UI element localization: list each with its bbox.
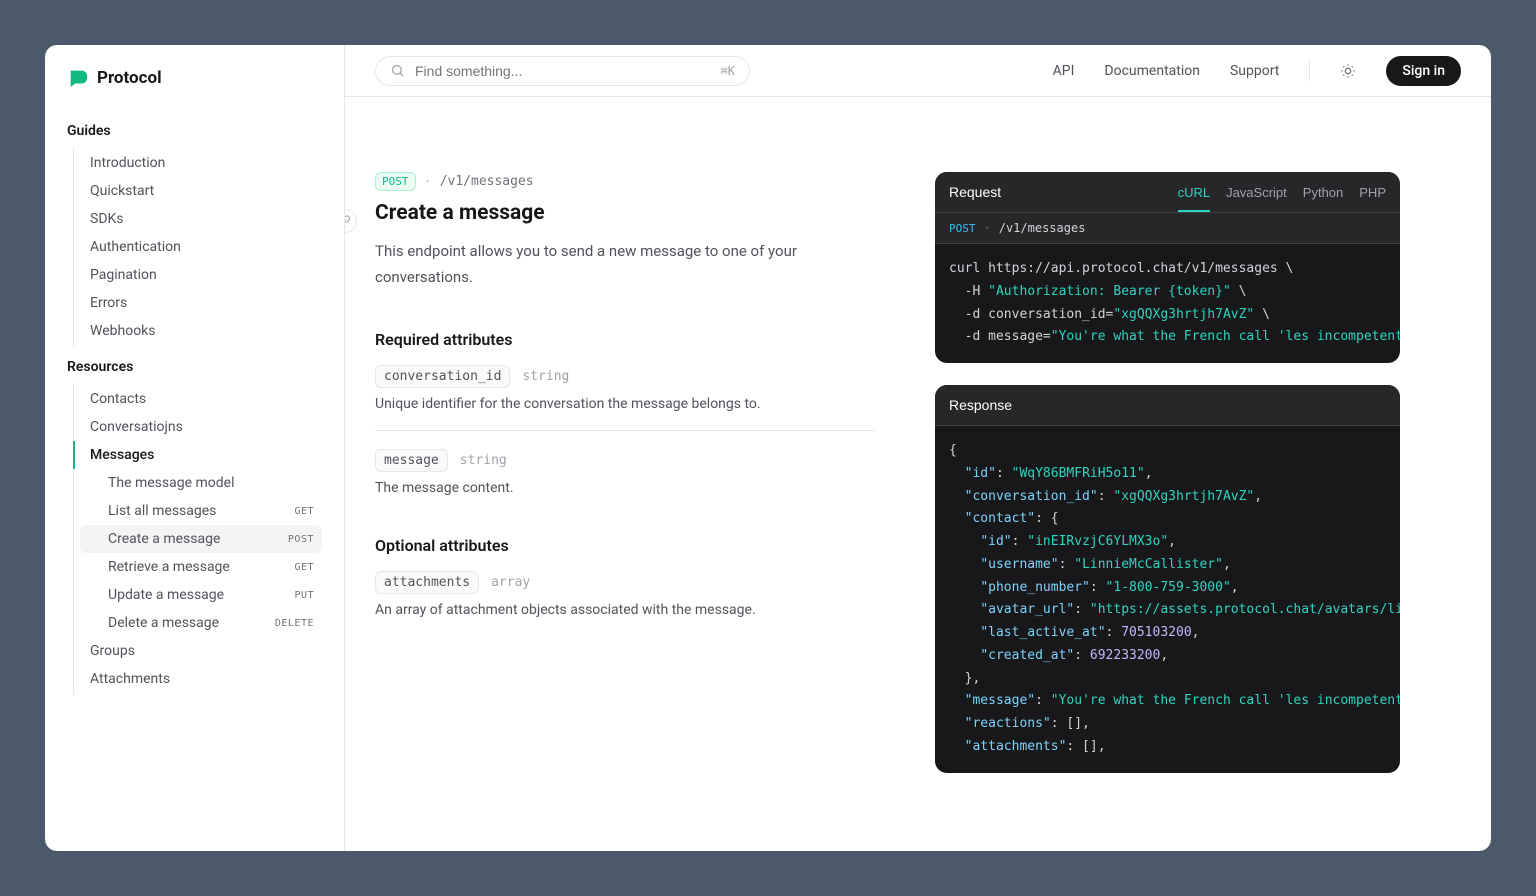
endpoint-row: POST · /v1/messages	[375, 172, 875, 191]
content: POST · /v1/messages Create a message Thi…	[345, 97, 1491, 851]
nav-heading-resources: Resources	[67, 359, 322, 375]
attr-desc: Unique identifier for the conversation t…	[375, 396, 875, 412]
signin-button[interactable]: Sign in	[1386, 56, 1461, 86]
method-tag: GET	[294, 506, 322, 517]
sidebar-item[interactable]: SDKs	[74, 205, 322, 233]
attr-desc: The message content.	[375, 480, 875, 496]
topnav-support[interactable]: Support	[1230, 63, 1279, 79]
response-body[interactable]: { "id": "WqY86BMFRiH5o11", "conversation…	[935, 426, 1400, 773]
logo[interactable]: Protocol	[45, 67, 344, 111]
sidebar-item[interactable]: Contacts	[74, 385, 322, 413]
request-head: Request cURL JavaScript Python PHP	[935, 172, 1400, 213]
request-sub-method: POST	[949, 222, 976, 235]
attribute: attachments array An array of attachment o…	[375, 571, 875, 636]
method-tag: PUT	[294, 590, 322, 601]
sidebar-subitem[interactable]: Delete a message DELETE	[80, 609, 322, 637]
app-window: Protocol Guides IntroductionQuickstartSD…	[45, 45, 1491, 851]
nav-resources: Resources ContactsConversatiojnsMessages…	[45, 347, 344, 695]
code-tab[interactable]: PHP	[1359, 185, 1386, 200]
attr-type: array	[491, 575, 530, 590]
topnav-api[interactable]: API	[1053, 63, 1075, 79]
sidebar-subitem[interactable]: Create a message POST	[80, 525, 322, 553]
request-subhead: POST · /v1/messages	[935, 213, 1400, 244]
topnav-divider	[1309, 61, 1310, 81]
sidebar-item[interactable]: Authentication	[74, 233, 322, 261]
response-codebox: Response { "id": "WqY86BMFRiH5o11", "con…	[935, 385, 1400, 773]
anchor-link-button[interactable]	[345, 209, 357, 233]
optional-heading: Optional attributes	[375, 536, 875, 555]
request-body[interactable]: curl https://api.protocol.chat/v1/messag…	[935, 244, 1400, 363]
sidebar-item[interactable]: Errors	[74, 289, 322, 317]
sidebar-subitem-label: Update a message	[108, 587, 224, 603]
method-tag: GET	[294, 562, 322, 573]
code-tab[interactable]: JavaScript	[1226, 185, 1287, 200]
sidebar-subitem-label: The message model	[108, 475, 234, 491]
sidebar-subitem[interactable]: List all messages GET	[80, 497, 322, 525]
doc-column: POST · /v1/messages Create a message Thi…	[375, 172, 875, 851]
sidebar-subitem-label: Create a message	[108, 531, 220, 547]
main: ⌘K API Documentation Support Sign in POS…	[345, 45, 1491, 851]
sun-icon	[1340, 63, 1356, 79]
response-head: Response	[935, 385, 1400, 426]
search-icon	[390, 63, 405, 78]
search-input[interactable]: ⌘K	[375, 56, 750, 86]
search-kbd: ⌘K	[721, 64, 735, 78]
sidebar-item[interactable]: Messages	[73, 441, 322, 469]
sidebar-item[interactable]: Quickstart	[74, 177, 322, 205]
separator-dot: ·	[984, 221, 991, 235]
brand-name: Protocol	[97, 68, 162, 88]
attr-type: string	[522, 369, 569, 384]
method-tag: DELETE	[275, 618, 322, 629]
nav-guides: Guides IntroductionQuickstartSDKsAuthent…	[45, 111, 344, 347]
sidebar-item[interactable]: Webhooks	[74, 317, 322, 345]
sidebar-subitem[interactable]: Retrieve a message GET	[80, 553, 322, 581]
sidebar-subitem[interactable]: Update a message PUT	[80, 581, 322, 609]
page-description: This endpoint allows you to send a new m…	[375, 239, 875, 290]
topnav: API Documentation Support Sign in	[1053, 56, 1461, 86]
separator-dot: ·	[426, 172, 430, 191]
sidebar-subitem-label: Delete a message	[108, 615, 219, 631]
sidebar-item[interactable]: Introduction	[74, 149, 322, 177]
attr-name: message	[375, 449, 448, 472]
attr-type: string	[460, 453, 507, 468]
code-column: Request cURL JavaScript Python PHP POST · /…	[935, 172, 1400, 851]
sidebar-subitem-label: List all messages	[108, 503, 216, 519]
attr-name: attachments	[375, 571, 479, 594]
sidebar-subitem-label: Retrieve a message	[108, 559, 230, 575]
logo-icon	[67, 67, 89, 89]
method-badge: POST	[375, 172, 416, 191]
response-title: Response	[949, 397, 1012, 413]
code-tabs: cURLJavaScriptPythonPHP	[1178, 185, 1386, 200]
topnav-documentation[interactable]: Documentation	[1104, 63, 1200, 79]
nav-heading-guides: Guides	[67, 123, 322, 139]
method-tag: POST	[288, 534, 322, 545]
attribute: message string The message content.	[375, 449, 875, 514]
code-tab[interactable]: Python	[1303, 185, 1343, 200]
sidebar-item[interactable]: Conversatiojns	[74, 413, 322, 441]
topbar: ⌘K API Documentation Support Sign in	[345, 45, 1491, 97]
theme-toggle[interactable]	[1340, 63, 1356, 79]
attr-desc: An array of attachment objects associate…	[375, 602, 875, 618]
code-tab[interactable]: cURL	[1178, 185, 1211, 212]
link-icon	[345, 215, 351, 227]
required-heading: Required attributes	[375, 330, 875, 349]
sidebar-item[interactable]: Groups	[74, 637, 322, 665]
sidebar-item[interactable]: Attachments	[74, 665, 322, 693]
search-field[interactable]	[415, 63, 711, 79]
attribute: conversation_id string Unique identifier f…	[375, 365, 875, 431]
request-codebox: Request cURL JavaScript Python PHP POST · /…	[935, 172, 1400, 363]
request-sub-path: /v1/messages	[999, 221, 1086, 235]
request-title: Request	[949, 184, 1001, 200]
endpoint-path: /v1/messages	[440, 174, 534, 189]
sidebar-subitem[interactable]: The message model	[80, 469, 322, 497]
page-title: Create a message	[375, 201, 875, 225]
sidebar: Protocol Guides IntroductionQuickstartSD…	[45, 45, 345, 851]
sidebar-item[interactable]: Pagination	[74, 261, 322, 289]
attr-name: conversation_id	[375, 365, 510, 388]
